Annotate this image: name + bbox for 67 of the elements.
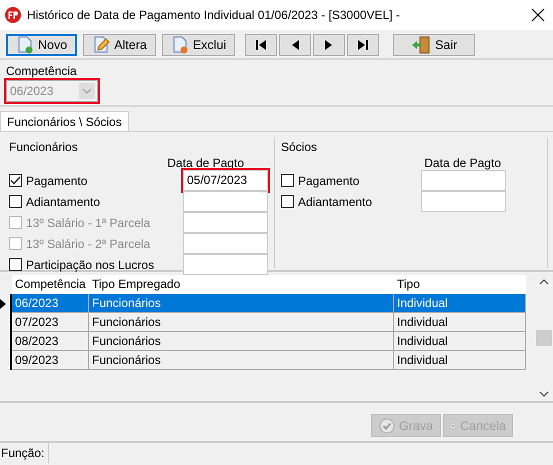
exit-door-icon [411,36,432,54]
table-cell: Funcionários [89,351,394,370]
checkbox[interactable] [281,174,294,187]
checkbox-label: 13º Salário - 1ª Parcela [26,216,150,230]
table-row[interactable]: 06/2023 Funcionários Individual [0,294,535,313]
app-logo-icon [5,7,21,23]
competencia-label: Competência [6,64,78,78]
scroll-thumb[interactable] [536,330,552,346]
table-row[interactable]: 09/2023 Funcionários Individual [0,351,535,370]
group-title: Funcionários [9,140,79,154]
checkbox-label: Adiantamento [298,194,372,208]
column-header[interactable]: Competência [12,275,89,294]
table-cell: Funcionários [89,294,394,313]
previous-button[interactable] [279,34,312,56]
date-field[interactable]: 05/07/2023 [183,170,268,191]
date-field[interactable] [421,191,506,212]
table-cell: Individual [394,294,526,313]
table-cell: Individual [394,351,526,370]
first-button[interactable] [245,34,278,56]
new-document-icon [16,36,34,54]
exit-button[interactable]: Sair [393,34,476,56]
delete-button[interactable]: Exclui [162,34,236,56]
delete-document-icon [170,36,189,54]
table-row[interactable]: 07/2023 Funcionários Individual [0,313,535,332]
column-header[interactable]: Tipo Empregado [89,275,394,294]
table-cell: 06/2023 [12,294,89,313]
checkbox[interactable] [9,195,22,208]
next-record-icon [325,40,334,50]
table-cell: Funcionários [89,332,394,351]
last-record-icon [357,40,370,50]
edit-button[interactable]: Altera [83,34,156,56]
status-label: Função: [0,443,50,463]
column-header[interactable]: Tipo [394,275,526,294]
pencil-document-icon [92,36,110,54]
checkbox-label: Adiantamento [26,194,100,208]
close-icon[interactable] [531,8,545,22]
group-title: Sócios [281,140,318,154]
date-field[interactable] [421,170,506,191]
scroll-up-icon[interactable] [539,279,549,285]
next-button[interactable] [313,34,346,56]
checkbox[interactable] [9,174,22,187]
scroll-down-icon[interactable] [539,391,549,397]
window-title: Histórico de Data de Pagamento Individual 01/06/2023 - [S3000VEL] - [27,8,401,22]
tab[interactable]: Funcionários \ Sócios [0,111,129,131]
checkbox-label: Participação nos Lucros [26,258,154,272]
new-button[interactable]: Novo [6,34,78,56]
last-button[interactable] [347,34,380,56]
checkbox-label: 13º Salário - 2ª Parcela [26,236,150,250]
previous-record-icon [291,40,300,50]
table-cell: 07/2023 [12,313,89,332]
date-field[interactable] [183,254,268,275]
checkbox[interactable] [281,195,294,208]
table-row[interactable]: 08/2023 Funcionários Individual [0,332,535,351]
row-pointer-icon [0,298,6,308]
checkbox-label: Pagamento [26,174,88,188]
table-cell: 08/2023 [12,332,89,351]
table-cell: Individual [394,313,526,332]
first-record-icon [255,40,268,50]
checkbox[interactable] [9,258,22,271]
table-cell: Individual [394,332,526,351]
column-header: Data de Pagto [424,156,501,170]
table-cell: 09/2023 [12,351,89,370]
date-field[interactable] [183,191,268,212]
table-cell: Funcionários [89,313,394,332]
check-circle-icon [378,418,395,434]
checkbox-label: Pagamento [298,174,360,188]
chevron-down-icon [82,88,92,94]
